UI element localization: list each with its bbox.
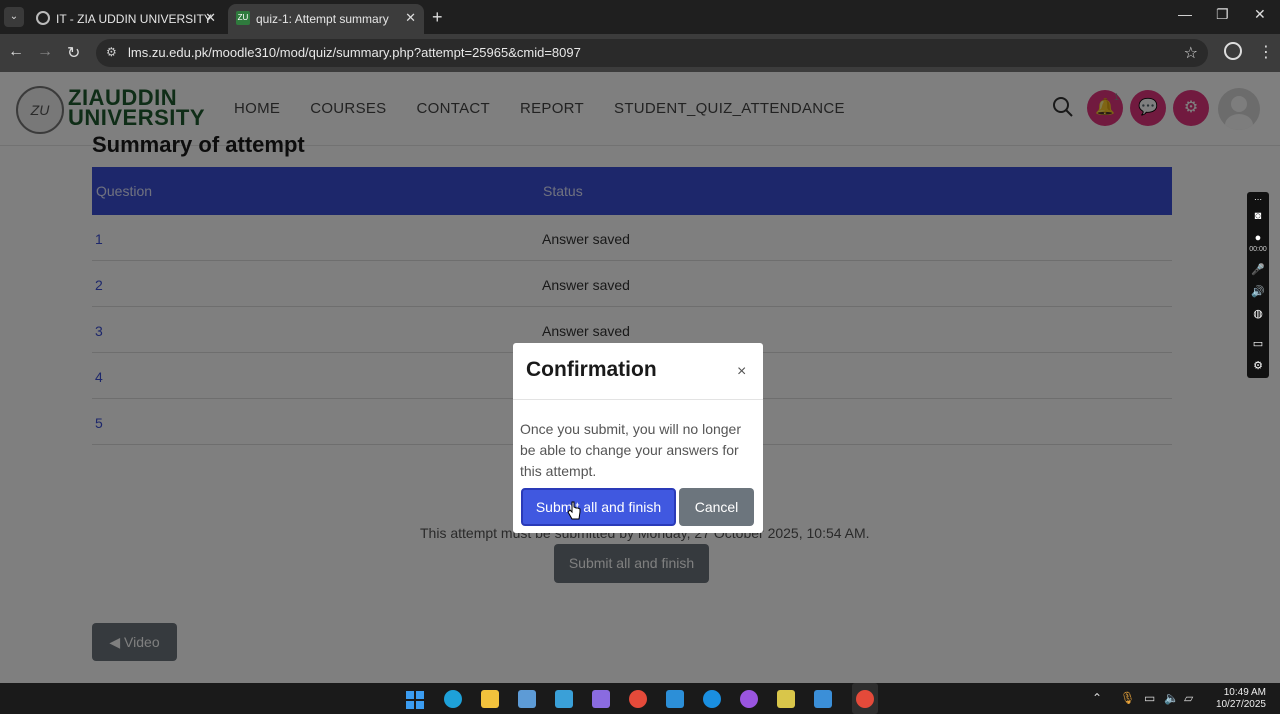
address-bar: ← → ↻ ⚙ lms.zu.edu.pk/moodle310/mod/quiz…: [0, 34, 1280, 72]
close-icon[interactable]: ×: [737, 363, 746, 381]
new-tab-plus-icon[interactable]: +: [432, 7, 443, 28]
confirmation-dialog: Confirmation × Once you submit, you will…: [513, 343, 763, 533]
volume-icon[interactable]: 🔈: [1164, 691, 1179, 705]
tab-close-icon[interactable]: ✕: [405, 10, 416, 26]
app-icon[interactable]: [777, 690, 795, 708]
confirm-submit-button[interactable]: Submit all and finish: [521, 488, 676, 526]
back-arrow-icon[interactable]: ←: [8, 43, 24, 61]
profile-icon[interactable]: [1224, 42, 1242, 60]
camera-icon[interactable]: ◙: [1251, 210, 1265, 222]
recorder-settings-icon[interactable]: ⚙: [1251, 360, 1265, 372]
edge-icon[interactable]: [444, 690, 462, 708]
speaker-icon[interactable]: 🔊: [1251, 286, 1265, 298]
file-explorer-icon[interactable]: [481, 690, 499, 708]
window-icon[interactable]: ▭: [1251, 338, 1265, 350]
hand-cursor-icon: [567, 501, 581, 520]
dialog-header: Confirmation ×: [513, 343, 763, 400]
github-icon[interactable]: [740, 690, 758, 708]
tab-quiz-summary[interactable]: ZU quiz-1: Attempt summary ✕: [228, 4, 424, 34]
url-field[interactable]: ⚙ lms.zu.edu.pk/moodle310/mod/quiz/summa…: [96, 39, 1208, 67]
dialog-title: Confirmation: [526, 358, 657, 381]
chrome-active-icon[interactable]: [856, 690, 874, 708]
chrome-icon[interactable]: [629, 690, 647, 708]
system-clock[interactable]: 10:49 AM 10/27/2025: [1210, 687, 1266, 711]
app-icon[interactable]: [703, 690, 721, 708]
forward-arrow-icon[interactable]: →: [37, 43, 53, 61]
webcam-off-icon[interactable]: ◍: [1251, 308, 1265, 320]
mic-tray-icon[interactable]: 🎙: [1120, 691, 1135, 705]
cancel-button[interactable]: Cancel: [679, 488, 754, 526]
tab-it-zia-uddin[interactable]: IT - ZIA UDDIN UNIVERSITY ✕: [28, 4, 224, 34]
browser-tab-bar: ⌄ IT - ZIA UDDIN UNIVERSITY ✕ ZU quiz-1:…: [0, 0, 1280, 34]
windows-taskbar: ⌃ 🎙 ▭ 🔈 ▱ 10:49 AM 10/27/2025: [0, 683, 1280, 714]
recording-timer: 00:00: [1249, 246, 1267, 253]
window-close-icon[interactable]: ✕: [1254, 6, 1266, 23]
tab-title: IT - ZIA UDDIN UNIVERSITY: [56, 12, 212, 26]
tray-chevron-icon[interactable]: ⌃: [1092, 691, 1102, 705]
windows-start-icon[interactable]: [406, 691, 424, 709]
app-icon[interactable]: [518, 690, 536, 708]
notepad-icon[interactable]: [814, 690, 832, 708]
tab-close-icon[interactable]: ✕: [205, 10, 216, 26]
app-icon[interactable]: [592, 690, 610, 708]
zu-favicon-icon: ZU: [236, 11, 250, 25]
site-info-icon[interactable]: ⚙: [106, 45, 117, 59]
globe-icon: [36, 11, 50, 25]
url-text: lms.zu.edu.pk/moodle310/mod/quiz/summary…: [128, 45, 581, 60]
minimize-icon[interactable]: —: [1178, 6, 1192, 22]
teams-app-icon[interactable]: [555, 690, 573, 708]
vscode-icon[interactable]: [666, 690, 684, 708]
bookmark-star-icon[interactable]: ☆: [1184, 43, 1198, 63]
browser-menu-icon[interactable]: ⋮: [1258, 42, 1274, 62]
network-icon[interactable]: ▭: [1144, 691, 1155, 705]
tab-search-icon[interactable]: ⌄: [4, 7, 24, 27]
tab-title: quiz-1: Attempt summary: [256, 12, 389, 26]
screen-recorder-toolbar: ⋯ ◙ ● 00:00 🎤 🔊 ◍ ▭ ⚙: [1247, 192, 1269, 378]
dialog-message: Once you submit, you will no longer be a…: [520, 421, 741, 479]
reload-icon[interactable]: ↻: [67, 43, 80, 63]
microphone-icon[interactable]: 🎤: [1251, 264, 1265, 276]
record-icon[interactable]: ●: [1251, 232, 1265, 244]
drag-handle-icon[interactable]: ⋯: [1251, 194, 1265, 206]
maximize-icon[interactable]: ❐: [1216, 6, 1229, 23]
battery-icon[interactable]: ▱: [1184, 691, 1193, 705]
